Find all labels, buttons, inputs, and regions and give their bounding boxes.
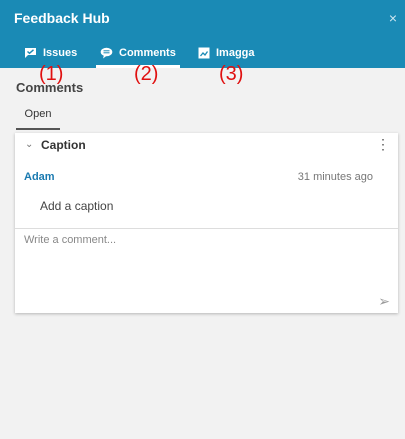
card-header[interactable]: ⌄ Caption ⋮ (15, 133, 398, 157)
close-icon[interactable]: × (389, 10, 397, 26)
annotation-3: (3) (219, 63, 244, 85)
comment-card: ⌄ Caption ⋮ Adam 31 minutes ago Add a ca… (15, 133, 398, 313)
tab-comments-label: Comments (119, 47, 176, 59)
tab-open-indicator (16, 128, 60, 130)
send-icon[interactable]: ➢ (378, 293, 390, 310)
caption-text[interactable]: Add a caption (40, 199, 113, 213)
tab-open[interactable]: Open (16, 106, 60, 120)
app-title: Feedback Hub (14, 10, 110, 26)
speech-bubble-icon (100, 47, 113, 59)
comment-author[interactable]: Adam (24, 171, 55, 183)
comment-timestamp: 31 minutes ago (297, 171, 373, 183)
annotation-2: (2) (134, 63, 159, 85)
section-title: Comments (16, 80, 84, 95)
tab-issues-label: Issues (43, 47, 78, 59)
more-options-icon[interactable]: ⋮ (376, 136, 390, 153)
card-title: Caption (41, 138, 86, 152)
tab-imagga-label: Imagga (216, 47, 255, 59)
image-tag-icon (198, 47, 210, 59)
divider (15, 228, 398, 229)
flag-chat-icon (24, 47, 37, 59)
chevron-down-icon[interactable]: ⌄ (25, 139, 33, 150)
app-header: Feedback Hub × Issues Comments Imagga (0, 0, 405, 68)
comment-input[interactable] (24, 234, 384, 294)
